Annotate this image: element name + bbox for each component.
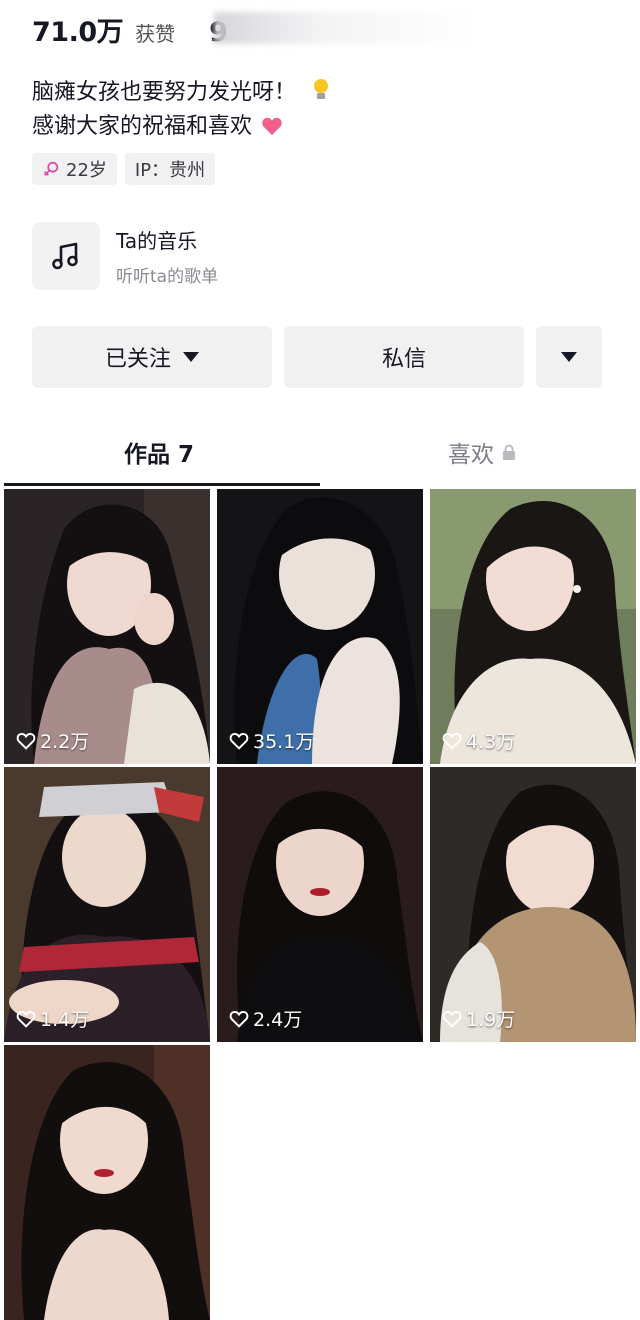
like-count: 1.9万 [442,1005,515,1032]
more-button[interactable] [536,326,602,388]
female-icon [44,161,59,176]
tab-likes-label: 喜欢 [448,442,494,468]
followed-button[interactable]: 已关注 [32,326,272,388]
heart-icon [16,1010,36,1028]
music-subtitle: 听听ta的歌单 [116,267,219,287]
ip-tag: IP：贵州 [124,153,216,185]
like-count-text: 4.3万 [466,731,516,753]
like-count-text: 35.1万 [253,731,315,753]
bio-line-1: 脑瘫女孩也要努力发光呀！ [32,80,297,105]
video-cover-image [217,767,423,1042]
tab-likes[interactable]: 喜欢 [448,435,516,469]
music-title: Ta的音乐 [116,229,198,253]
like-count-text: 2.4万 [253,1009,303,1031]
video-thumbnail[interactable]: 2.2万 [4,489,210,764]
video-cover-image [4,767,210,1042]
like-count: 1.4万 [16,1005,89,1032]
tab-works[interactable]: 作品 7 [124,435,194,469]
likes-label: 获赞 [135,22,176,46]
like-count-text: 1.9万 [466,1009,516,1031]
ip-text: IP：贵州 [134,160,206,181]
video-thumbnail[interactable]: 1.9万 [430,767,636,1042]
blurred-stats [214,12,474,44]
bio-line-2: 感谢大家的祝福和喜欢 [32,114,253,139]
heart-icon [442,732,462,750]
video-cover-image [430,767,636,1042]
heart-icon [442,1010,462,1028]
heart-icon [16,732,36,750]
video-cover-image [4,489,210,764]
video-thumbnail[interactable] [4,1045,210,1320]
video-thumbnail[interactable]: 35.1万 [217,489,423,764]
profile-page: 71.0万 获赞 9 脑瘫女孩也要努力发光呀！ 感谢大家的祝福和喜欢 22岁 I… [4,0,636,1320]
caret-down-icon [561,352,577,362]
like-count: 4.3万 [442,727,515,754]
likes-count: 71.0万 [32,17,124,48]
video-thumbnail[interactable]: 2.4万 [217,767,423,1042]
pink-heart-icon [262,117,282,136]
music-entry[interactable]: Ta的音乐 听听ta的歌单 [32,222,218,290]
message-button[interactable]: 私信 [284,326,524,388]
music-icon-box [32,222,100,290]
age-text: 22岁 [66,160,107,181]
video-cover-image [430,489,636,764]
video-cover-image [4,1045,210,1320]
caret-down-icon [183,352,199,362]
like-count: 35.1万 [229,727,314,754]
heart-icon [229,732,249,750]
lock-icon [503,444,515,460]
message-label: 私信 [381,347,426,372]
bio: 脑瘫女孩也要努力发光呀！ 感谢大家的祝福和喜欢 [32,76,329,144]
stats-row: 71.0万 获赞 9 [32,10,228,48]
lightbulb-icon [313,79,329,101]
followed-label: 已关注 [104,347,171,372]
video-grid: 2.2万 35.1万 4.3万 1.4万 2.4万 1.9万 [4,489,636,1320]
like-count: 2.2万 [16,727,89,754]
video-cover-image [217,489,423,764]
music-note-icon [52,242,78,270]
video-thumbnail[interactable]: 1.4万 [4,767,210,1042]
like-count-text: 1.4万 [40,1009,90,1031]
age-tag: 22岁 [32,153,117,185]
like-count: 2.4万 [229,1005,302,1032]
content-tabs: 作品 7 喜欢 [4,425,636,487]
profile-tags: 22岁 IP：贵州 [32,153,216,185]
video-thumbnail[interactable]: 4.3万 [430,489,636,764]
tab-works-label: 作品 7 [124,442,195,468]
heart-icon [229,1010,249,1028]
like-count-text: 2.2万 [40,731,90,753]
action-buttons: 已关注 私信 [32,326,602,388]
active-tab-indicator [4,483,320,486]
